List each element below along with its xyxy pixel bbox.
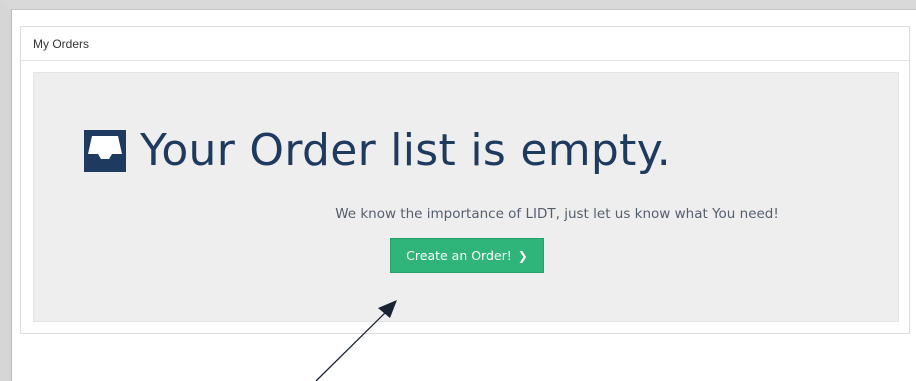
headline-text: Your Order list is empty. bbox=[140, 125, 672, 176]
screen: My Orders Your Order list is empty. We k… bbox=[0, 0, 916, 381]
create-order-button-label: Create an Order! bbox=[406, 248, 512, 263]
inbox-icon bbox=[84, 129, 126, 172]
empty-state: Your Order list is empty. We know the im… bbox=[33, 72, 899, 322]
panel-title: My Orders bbox=[21, 27, 909, 61]
empty-headline: Your Order list is empty. bbox=[80, 125, 671, 176]
empty-subtext: We know the importance of LIDT, just let… bbox=[34, 206, 900, 222]
chevron-right-icon: ❯ bbox=[517, 248, 528, 263]
orders-panel: My Orders Your Order list is empty. We k… bbox=[20, 26, 910, 334]
create-order-button[interactable]: Create an Order! ❯ bbox=[390, 238, 544, 273]
subtext-text: We know the importance of LIDT, just let… bbox=[335, 206, 779, 222]
